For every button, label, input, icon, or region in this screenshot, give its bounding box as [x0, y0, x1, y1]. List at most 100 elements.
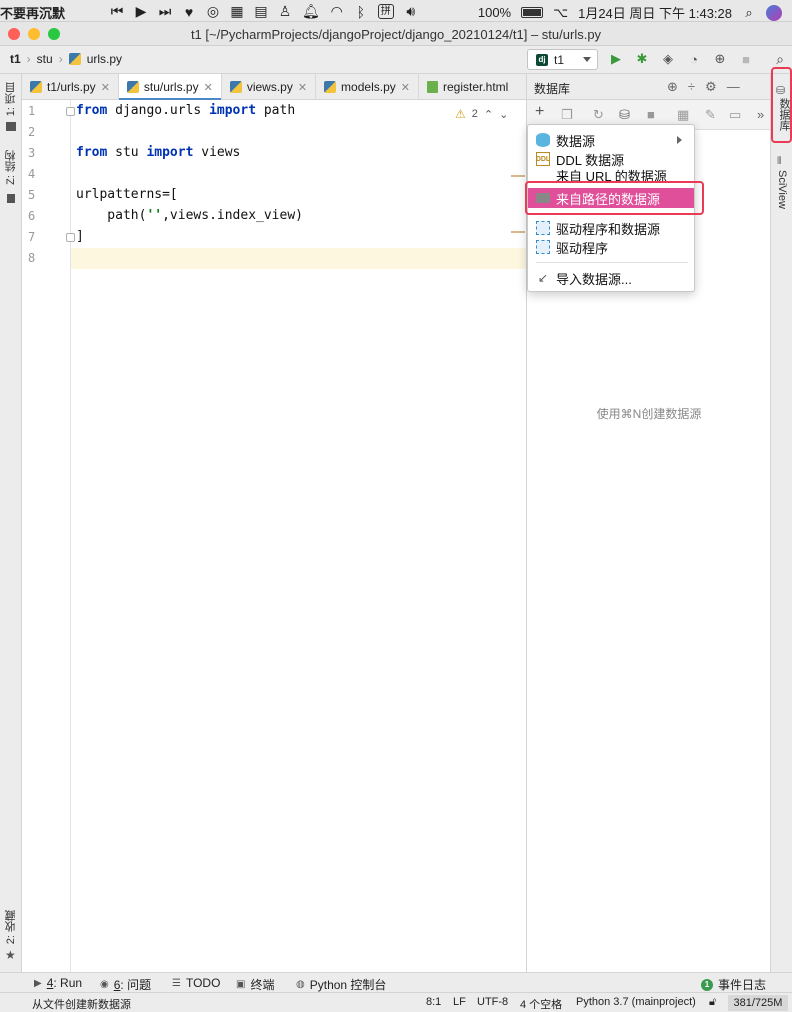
menubar-status: 100% ⌥ 1月24日 周日 下午 1:43:28 ⌕ [478, 3, 782, 22]
tool-window-todo[interactable]: ☰ TODO [172, 976, 220, 990]
run-icon[interactable]: ▶ [608, 51, 624, 67]
menu-item-driver[interactable]: 驱动程序 [528, 237, 694, 257]
bottom-tool-bar: ▶ 4: Run ◉ 6: 问题 ☰ TODO ▣ 终端 ◍ Python 控制… [0, 972, 792, 992]
more-icon[interactable]: » [757, 107, 764, 122]
menu-item-label: 驱动程序 [556, 240, 609, 256]
caret-position[interactable]: 8:1 [426, 996, 441, 1008]
input-method-icon[interactable]: 拼 [377, 4, 394, 19]
indent-setting[interactable]: 4 个空格 [520, 996, 562, 1012]
minimize-icon[interactable]: — [727, 79, 740, 95]
python-interpreter[interactable]: Python 3.7 (mainproject) [576, 996, 696, 1008]
line-number: 8 [28, 251, 36, 265]
close-tab-icon[interactable]: ✕ [101, 81, 110, 94]
bluetooth-icon[interactable]: ᛒ [354, 4, 368, 20]
tool-window-structure[interactable]: Z: 结构 [3, 150, 19, 185]
next-track-icon[interactable]: ⏭ [158, 3, 172, 20]
heart-icon[interactable]: ♥ [182, 4, 196, 20]
file-encoding[interactable]: UTF-8 [477, 996, 508, 1008]
menu-item-label: 数据源 [556, 133, 596, 149]
tool-window-event-log[interactable]: 1 事件日志 [701, 976, 766, 993]
menubar-clock[interactable]: 1月24日 周日 下午 1:43:28 [578, 3, 732, 22]
list-app-icon[interactable]: ▤ [254, 3, 268, 20]
menu-item-driver-and-datasource[interactable]: 驱动程序和数据源 [528, 218, 694, 238]
ddl-icon: DDL [536, 152, 550, 166]
stop-icon[interactable]: ■ [647, 107, 655, 122]
tab-register-html[interactable]: register.html [419, 74, 516, 100]
qq-icon[interactable]: ♙ [278, 3, 292, 20]
wifi-lock-icon[interactable]: ⌥ [553, 5, 568, 21]
run-configuration-select[interactable]: dj t1 [527, 49, 598, 70]
play-icon[interactable]: ▶ [134, 3, 148, 20]
profile-icon[interactable]: ◔ [686, 51, 702, 67]
search-everywhere-icon[interactable]: ⌕ [776, 51, 784, 68]
wifi-icon[interactable]: ◠ [330, 3, 344, 20]
tab-views[interactable]: views.py ✕ [222, 74, 317, 100]
console-icon[interactable]: ▭ [729, 107, 741, 123]
crosshair-icon[interactable]: ⊕ [667, 79, 678, 95]
lock-icon[interactable]: 🔓︎ [709, 996, 716, 1009]
tool-window-run[interactable]: ▶ 4: Run [34, 976, 82, 990]
tool-window-terminal[interactable]: ▣ 终端 [236, 976, 274, 993]
menu-item-datasource[interactable]: 数据源 [528, 130, 694, 150]
bell-icon[interactable]: 🔔︎ [302, 3, 320, 20]
collapse-icon[interactable]: ÷ [688, 79, 695, 95]
python-file-icon [30, 81, 42, 93]
table-icon[interactable]: ▦ [677, 107, 689, 123]
fold-marker-icon[interactable] [66, 233, 75, 242]
line-number: 4 [28, 167, 36, 181]
netease-icon[interactable]: ◎ [206, 3, 220, 20]
tool-window-sciview[interactable]: SciView [776, 170, 788, 209]
driver-icon [536, 240, 550, 254]
current-line-highlight [22, 248, 526, 269]
tab-models[interactable]: models.py ✕ [316, 74, 419, 100]
memory-indicator[interactable]: 381/725M [728, 995, 788, 1011]
concurrency-icon[interactable]: ⊕ [712, 51, 728, 67]
add-icon[interactable]: + [535, 103, 544, 121]
close-tab-icon[interactable]: ✕ [204, 81, 213, 94]
tool-window-python-console[interactable]: ◍ Python 控制台 [296, 976, 386, 993]
scrollbar-marker[interactable] [511, 231, 525, 233]
grid-app-icon[interactable]: ▦ [230, 3, 244, 20]
battery-icon[interactable] [521, 7, 544, 18]
inspection-indicator[interactable]: ⚠ 2 ⌃ ⌄ [455, 107, 508, 121]
stop-icon[interactable]: ■ [738, 51, 754, 67]
code-editor[interactable]: 1 2 3 4 5 6 7 8 from django.urls import … [22, 100, 526, 972]
debug-icon[interactable]: ✱ [634, 51, 650, 67]
database-panel-header: 数据库 ⊕ ÷ ⚙ — [527, 74, 771, 100]
close-tab-icon[interactable]: ✕ [401, 81, 410, 94]
tab-t1-urls[interactable]: t1/urls.py ✕ [22, 74, 119, 100]
line-number: 7 [28, 230, 36, 244]
volume-icon[interactable]: 🔊︎ [404, 3, 418, 20]
database-panel-title: 数据库 [534, 82, 571, 96]
siri-icon[interactable] [766, 4, 782, 21]
line-number: 5 [28, 188, 36, 202]
tab-label: t1/urls.py [47, 80, 96, 94]
tool-window-favorites[interactable]: 2: 收藏 [3, 910, 19, 944]
gear-icon[interactable]: ⚙ [705, 79, 717, 95]
tool-window-project[interactable]: 1: 项目 [3, 82, 19, 116]
previous-track-icon[interactable]: ⏮ [110, 3, 124, 20]
coverage-icon[interactable]: ◈ [660, 51, 676, 67]
datasource-icon [536, 133, 550, 147]
close-tab-icon[interactable]: ✕ [298, 81, 307, 94]
project-folder-icon [6, 122, 16, 131]
spotlight-icon[interactable]: ⌕ [742, 5, 756, 21]
tab-stu-urls[interactable]: stu/urls.py ✕ [118, 74, 222, 101]
refresh-icon[interactable]: ↻ [593, 107, 604, 123]
warning-count: 2 [471, 108, 478, 120]
breadcrumb-project[interactable]: t1 [10, 52, 21, 66]
copy-icon[interactable]: ❐ [561, 107, 573, 123]
list-icon: ☰ [172, 977, 181, 989]
breadcrumb-file[interactable]: urls.py [87, 52, 122, 66]
tool-window-problems[interactable]: ◉ 6: 问题 [100, 976, 151, 993]
line-separator[interactable]: LF [453, 996, 466, 1008]
breadcrumb-folder[interactable]: stu [37, 52, 53, 66]
menu-item-ddl-datasource[interactable]: DDL DDL 数据源 [528, 149, 694, 169]
scrollbar-marker[interactable] [511, 175, 525, 177]
fold-marker-icon[interactable] [66, 107, 75, 116]
edit-icon[interactable]: ✎ [705, 107, 716, 123]
chevron-up-icon[interactable]: ⌃ [484, 108, 493, 121]
schema-icon[interactable]: ⛁ [619, 107, 630, 123]
chevron-down-icon[interactable]: ⌄ [499, 108, 508, 121]
menu-item-import-datasource[interactable]: ↙ 导入数据源... [528, 268, 694, 288]
